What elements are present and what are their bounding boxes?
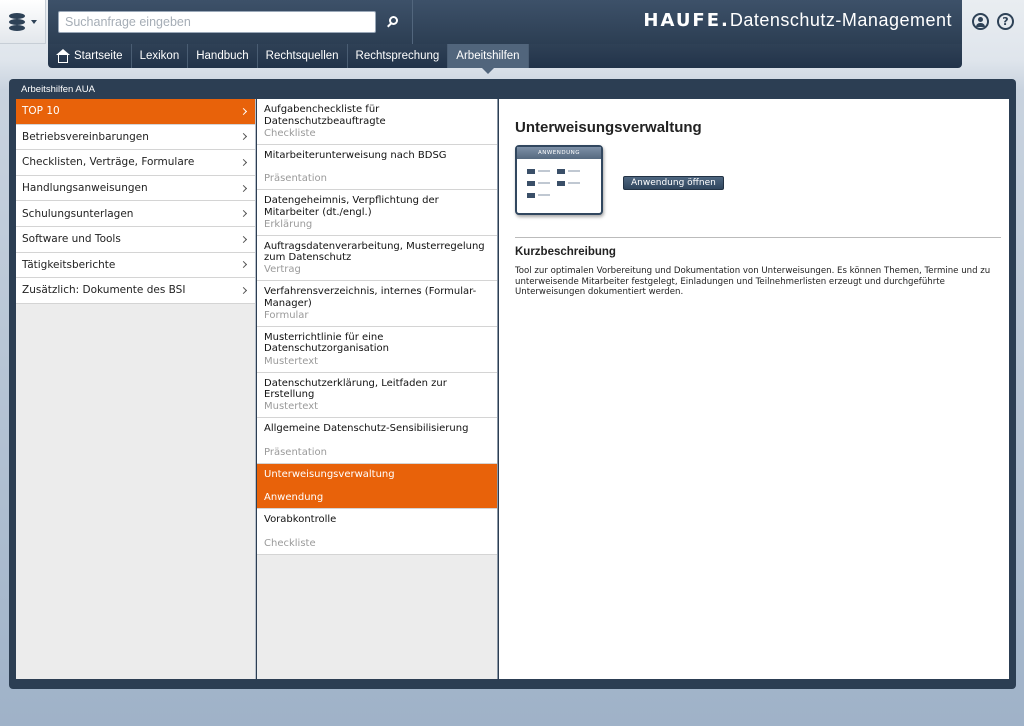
- detail-pane: Unterweisungsverwaltung ANWENDUNG Anwend…: [499, 99, 1009, 679]
- category-item[interactable]: Software und Tools: [16, 226, 255, 253]
- document-title: Aufgabencheckliste für Datenschutzbeauft…: [264, 104, 386, 127]
- category-label: Betriebsvereinbarungen: [22, 130, 149, 143]
- nav-rechtsquellen[interactable]: Rechtsquellen: [258, 44, 348, 68]
- nav-label: Rechtsprechung: [355, 50, 440, 62]
- nav-label: Arbeitshilfen: [456, 50, 520, 62]
- nav-label: Rechtsquellen: [265, 50, 339, 62]
- chevron-right-icon: [239, 235, 248, 243]
- document-title: Vorabkontrolle: [264, 514, 337, 526]
- detail-title: Unterweisungsverwaltung: [515, 119, 702, 136]
- document-item[interactable]: Aufgabencheckliste für Datenschutzbeauft…: [257, 99, 497, 145]
- document-type: Checkliste: [264, 127, 316, 139]
- chevron-right-icon: [239, 158, 248, 167]
- category-item[interactable]: Handlungsanweisungen: [16, 175, 255, 202]
- thumbnail-label: ANWENDUNG: [517, 147, 601, 159]
- help-icon[interactable]: ?: [997, 13, 1014, 30]
- category-label: Handlungsanweisungen: [22, 182, 148, 195]
- short-description-heading: Kurzbeschreibung: [515, 246, 616, 258]
- category-label: Software und Tools: [22, 233, 121, 246]
- document-item[interactable]: Datengeheimnis, Verpflichtung der Mitarb…: [257, 190, 497, 236]
- haufe-logo: HAUFE.: [643, 10, 730, 31]
- document-title: Datenschutzerklärung, Leitfaden zur Erst…: [264, 377, 447, 401]
- header-divider: [412, 0, 413, 44]
- document-item[interactable]: Allgemeine Datenschutz-Sensibilisierung P…: [257, 418, 497, 464]
- app-switcher-button[interactable]: [0, 0, 46, 44]
- category-label: Zusätzlich: Dokumente des BSI: [22, 284, 186, 297]
- document-item[interactable]: Mitarbeiterunterweisung nach BDSG Präsent…: [257, 144, 497, 191]
- category-item[interactable]: TOP 10: [16, 99, 255, 125]
- document-type: Mustertext: [264, 401, 319, 413]
- chevron-right-icon: [239, 107, 248, 115]
- brand-title: HAUFE.Datenschutz-Management: [643, 10, 952, 32]
- chevron-right-icon: [239, 184, 248, 192]
- document-title: Unterweisungsverwaltung: [264, 468, 395, 480]
- category-label: TOP 10: [22, 105, 60, 118]
- category-item[interactable]: Checklisten, Verträge, Formulare: [16, 150, 255, 176]
- nav-label: Lexikon: [139, 50, 180, 62]
- panel-title: Arbeitshilfen AUA: [21, 84, 95, 95]
- top-header: Suchanfrage eingeben HAUFE.Datenschutz-M…: [48, 0, 962, 44]
- chevron-right-icon: [239, 286, 248, 294]
- short-description-text: Tool zur optimalen Vorbereitung und Doku…: [515, 266, 991, 297]
- detail-divider: [515, 237, 1001, 238]
- document-title: Datengeheimnis, Verpflichtung der Mitarb…: [264, 195, 439, 218]
- stack-icon: [8, 12, 28, 32]
- document-item[interactable]: Vorabkontrolle Checkliste: [257, 509, 497, 555]
- application-thumbnail: ANWENDUNG: [515, 145, 603, 215]
- document-type: Vertrag: [264, 264, 301, 276]
- category-label: Tätigkeitsberichte: [22, 258, 116, 271]
- category-list: TOP 10 Betriebsvereinbarungen Checkliste…: [16, 99, 256, 679]
- open-application-button[interactable]: Anwendung öffnen: [623, 176, 724, 190]
- caret-down-icon: [31, 19, 37, 24]
- document-title: Mitarbeiterunterweisung nach BDSG: [264, 149, 447, 161]
- document-title: Allgemeine Datenschutz-Sensibilisierung: [264, 423, 469, 435]
- brand-suffix: Datenschutz-Management: [729, 10, 952, 30]
- category-label: Schulungsunterlagen: [22, 207, 134, 220]
- document-title: Verfahrensverzeichnis, internes (Formula…: [264, 286, 477, 309]
- main-nav: Startseite Lexikon Handbuch Rechtsquelle…: [48, 44, 962, 74]
- category-item[interactable]: Zusätzlich: Dokumente des BSI: [16, 278, 255, 304]
- document-title: Auftragsdatenverarbeitung, Musterregelun…: [264, 240, 485, 264]
- category-item[interactable]: Schulungsunterlagen: [16, 201, 255, 227]
- nav-label: Startseite: [74, 50, 123, 62]
- nav-handbuch[interactable]: Handbuch: [188, 44, 258, 68]
- search-input[interactable]: Suchanfrage eingeben: [58, 11, 376, 33]
- document-item[interactable]: Verfahrensverzeichnis, internes (Formula…: [257, 281, 497, 327]
- document-type: Mustertext: [264, 355, 319, 367]
- document-type: Checkliste: [264, 537, 316, 549]
- document-item[interactable]: Datenschutzerklärung, Leitfaden zur Erst…: [257, 372, 497, 419]
- search-icon: [387, 16, 399, 28]
- document-title: Musterrichtlinie für eine Datenschutzorg…: [264, 331, 389, 355]
- user-icon[interactable]: [972, 13, 989, 30]
- document-type: Anwendung: [264, 492, 324, 504]
- nav-arbeitshilfen[interactable]: Arbeitshilfen: [448, 44, 529, 74]
- search-button[interactable]: [378, 11, 408, 33]
- document-item[interactable]: Auftragsdatenverarbeitung, Musterregelun…: [257, 235, 497, 282]
- document-type: Präsentation: [264, 173, 327, 185]
- chevron-right-icon: [239, 261, 248, 269]
- document-type: Formular: [264, 309, 309, 321]
- nav-rechtsprechung[interactable]: Rechtsprechung: [348, 44, 449, 68]
- document-item[interactable]: Unterweisungsverwaltung Anwendung: [257, 463, 497, 510]
- main-panel: Arbeitshilfen AUA TOP 10 Betriebsvereinb…: [9, 79, 1016, 689]
- nav-lexikon[interactable]: Lexikon: [132, 44, 189, 68]
- category-label: Checklisten, Verträge, Formulare: [22, 156, 195, 169]
- home-icon: [56, 49, 70, 63]
- category-item[interactable]: Betriebsvereinbarungen: [16, 124, 255, 151]
- chevron-right-icon: [239, 210, 248, 218]
- nav-startseite[interactable]: Startseite: [48, 44, 132, 68]
- category-item[interactable]: Tätigkeitsberichte: [16, 252, 255, 279]
- document-list: Aufgabencheckliste für Datenschutzbeauft…: [257, 99, 498, 679]
- nav-label: Handbuch: [196, 50, 249, 62]
- document-type: Präsentation: [264, 446, 327, 458]
- chevron-right-icon: [239, 133, 248, 141]
- document-type: Erklärung: [264, 218, 313, 230]
- document-item[interactable]: Musterrichtlinie für eine Datenschutzorg…: [257, 326, 497, 373]
